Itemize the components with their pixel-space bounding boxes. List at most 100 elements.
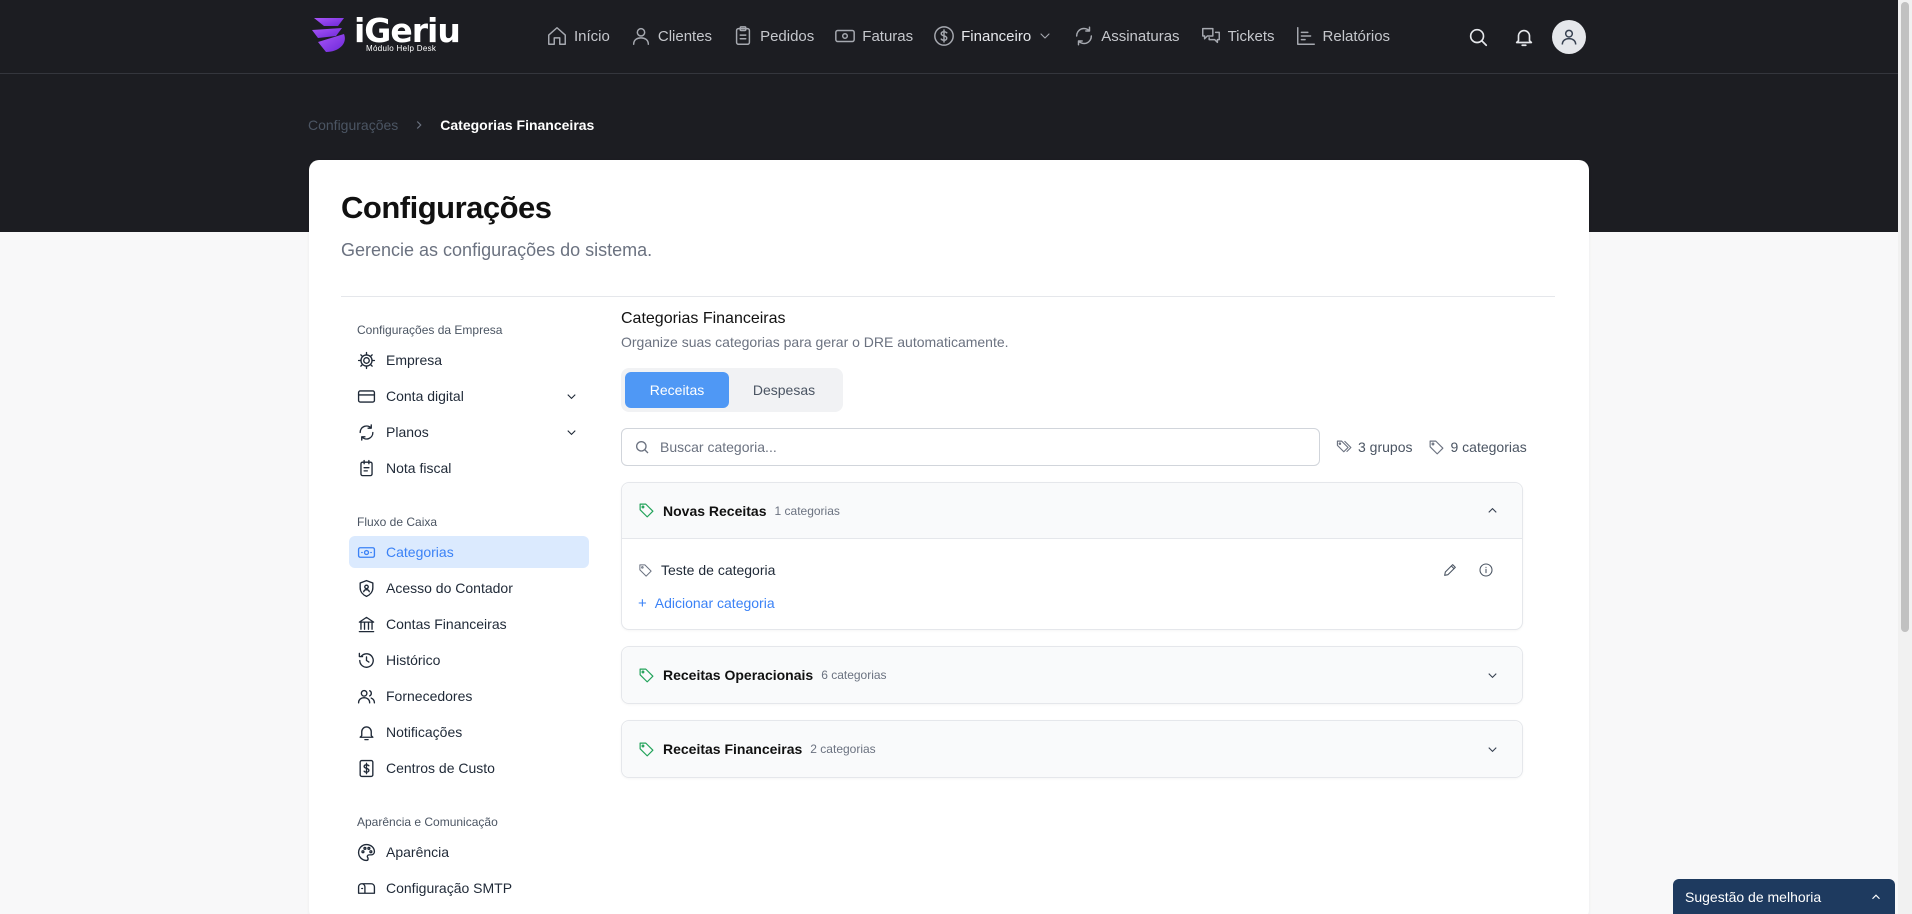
feedback-widget[interactable]: Sugestão de melhoria bbox=[1673, 879, 1895, 914]
chat-icon bbox=[1201, 27, 1220, 44]
group-header[interactable]: Receitas Financeiras 2 categorias bbox=[622, 721, 1522, 777]
sidebar-item-label: Histórico bbox=[386, 652, 441, 668]
sidebar-item-label: Fornecedores bbox=[386, 688, 473, 704]
categories-panel: Categorias Financeiras Organize suas cat… bbox=[621, 310, 1541, 778]
sidebar-item-label: Aparência bbox=[386, 844, 450, 860]
page-scrollbar[interactable] bbox=[1898, 0, 1912, 914]
sidebar-item-contas-financeiras[interactable]: Contas Financeiras bbox=[349, 608, 589, 640]
tab-despesas[interactable]: Despesas bbox=[729, 372, 839, 408]
gear-icon bbox=[357, 351, 376, 369]
sidebar-group-title: Fluxo de Caixa bbox=[357, 515, 438, 529]
sidebar-item-centros-custo[interactable]: Centros de Custo bbox=[349, 752, 589, 784]
section-title: Categorias Financeiras bbox=[621, 310, 786, 327]
avatar[interactable] bbox=[1552, 20, 1586, 54]
scrollbar-thumb[interactable] bbox=[1901, 2, 1909, 632]
nav-item-pedidos[interactable]: Pedidos bbox=[732, 25, 814, 47]
sidebar-item-smtp[interactable]: Configuração SMTP bbox=[349, 872, 589, 904]
tag-icon bbox=[639, 742, 654, 756]
sidebar-item-label: Planos bbox=[386, 424, 429, 440]
tag-icon bbox=[639, 668, 654, 682]
dollar-square-icon bbox=[359, 759, 374, 777]
sidebar-item-aparencia[interactable]: Aparência bbox=[349, 836, 589, 868]
palette-icon bbox=[357, 843, 376, 861]
nav-item-financeiro[interactable]: Financeiro bbox=[933, 25, 1053, 47]
nav-item-assinaturas[interactable]: Assinaturas bbox=[1073, 25, 1180, 47]
sidebar-item-nota-fiscal[interactable]: Nota fiscal bbox=[349, 452, 589, 484]
nav-item-inicio[interactable]: Início bbox=[546, 25, 610, 47]
search-icon bbox=[636, 441, 649, 454]
search-button[interactable] bbox=[1462, 21, 1494, 53]
breadcrumb-parent[interactable]: Configurações bbox=[308, 117, 398, 133]
settings-sidebar: Configurações da Empresa Empresa Conta d… bbox=[349, 320, 589, 904]
home-icon bbox=[548, 27, 566, 45]
divider bbox=[341, 296, 1555, 297]
sidebar-group-title: Aparência e Comunicação bbox=[357, 815, 498, 829]
breadcrumb: Configurações Categorias Financeiras bbox=[308, 117, 594, 133]
sidebar-item-label: Centros de Custo bbox=[386, 760, 495, 776]
receipt-icon bbox=[360, 459, 373, 476]
edit-category-button[interactable] bbox=[1438, 558, 1462, 582]
sidebar-item-acesso-contador[interactable]: Acesso do Contador bbox=[349, 572, 589, 604]
category-group-novas-receitas: Novas Receitas 1 categorias Teste de cat… bbox=[621, 482, 1523, 630]
bell-icon bbox=[1515, 29, 1533, 47]
search-input[interactable] bbox=[660, 439, 1280, 455]
tab-receitas[interactable]: Receitas bbox=[625, 372, 729, 408]
add-category-button[interactable]: + Adicionar categoria bbox=[638, 589, 1506, 617]
nav-item-relatorios[interactable]: Relatórios bbox=[1295, 25, 1390, 47]
nav-item-faturas[interactable]: Faturas bbox=[834, 25, 913, 47]
navbar-actions bbox=[1462, 20, 1586, 54]
refresh-icon bbox=[359, 423, 374, 441]
category-actions bbox=[1426, 558, 1498, 582]
bell-icon bbox=[359, 725, 374, 740]
nav-item-clientes[interactable]: Clientes bbox=[630, 25, 712, 47]
nav-label: Assinaturas bbox=[1101, 27, 1180, 45]
sidebar-item-notificacoes[interactable]: Notificações bbox=[349, 716, 589, 748]
chevron-up-icon bbox=[1872, 893, 1880, 899]
sidebar-item-label: Configuração SMTP bbox=[386, 880, 513, 896]
chevron-down-icon bbox=[1040, 33, 1050, 39]
tag-icon bbox=[1430, 440, 1444, 454]
sidebar-item-label: Nota fiscal bbox=[386, 460, 452, 476]
credit-card-icon bbox=[357, 389, 376, 403]
group-header[interactable]: Receitas Operacionais 6 categorias bbox=[622, 647, 1522, 703]
group-name: Receitas Financeiras bbox=[663, 741, 803, 757]
nav-label: Pedidos bbox=[760, 27, 815, 45]
sidebar-item-fornecedores[interactable]: Fornecedores bbox=[349, 680, 589, 712]
groups-count: 3 grupos bbox=[1336, 439, 1412, 456]
brand-logo[interactable]: iGeriu Módulo Help Desk bbox=[308, 10, 461, 54]
clipboard-icon bbox=[735, 26, 751, 45]
chevron-down-icon bbox=[1488, 672, 1497, 678]
chevron-down-icon bbox=[1488, 746, 1497, 752]
category-name: Teste de categoria bbox=[661, 562, 776, 578]
category-info-button[interactable] bbox=[1474, 558, 1498, 582]
chart-icon bbox=[1296, 27, 1315, 45]
sidebar-item-label: Acesso do Contador bbox=[386, 580, 513, 596]
chevron-up-icon bbox=[1488, 507, 1497, 513]
group-count: 2 categorias bbox=[810, 742, 876, 756]
group-count: 1 categorias bbox=[774, 503, 840, 518]
nav-label: Clientes bbox=[657, 27, 713, 45]
sidebar-item-planos[interactable]: Planos bbox=[349, 416, 589, 448]
brand-name: iGeriu bbox=[354, 10, 461, 50]
group-header[interactable]: Novas Receitas 1 categorias bbox=[622, 483, 1522, 539]
sidebar-item-categorias[interactable]: Categorias bbox=[349, 536, 589, 568]
feedback-label: Sugestão de melhoria bbox=[1685, 888, 1822, 905]
banknote-icon bbox=[357, 546, 376, 558]
sidebar-item-conta-digital[interactable]: Conta digital bbox=[349, 380, 589, 412]
notifications-button[interactable] bbox=[1508, 21, 1540, 53]
chevron-down-icon bbox=[567, 429, 576, 435]
sidebar-item-label: Empresa bbox=[386, 352, 443, 368]
nav-item-tickets[interactable]: Tickets bbox=[1200, 25, 1275, 47]
category-group-receitas-financeiras: Receitas Financeiras 2 categorias bbox=[621, 720, 1523, 778]
category-type-tabs: Receitas Despesas bbox=[621, 368, 843, 412]
category-group-receitas-operacionais: Receitas Operacionais 6 categorias bbox=[621, 646, 1523, 704]
info-icon bbox=[1479, 563, 1493, 577]
main-menu: Início Clientes Pedidos Faturas Financei… bbox=[546, 20, 1410, 52]
sidebar-item-empresa[interactable]: Empresa bbox=[349, 344, 589, 376]
search-box bbox=[621, 428, 1320, 466]
page-subtitle: Gerencie as configurações do sistema. bbox=[341, 240, 653, 260]
group-name: Receitas Operacionais bbox=[663, 667, 814, 683]
categories-count-label: 9 categorias bbox=[1450, 439, 1527, 455]
refresh-icon bbox=[1076, 26, 1093, 46]
sidebar-item-historico[interactable]: Histórico bbox=[349, 644, 589, 676]
